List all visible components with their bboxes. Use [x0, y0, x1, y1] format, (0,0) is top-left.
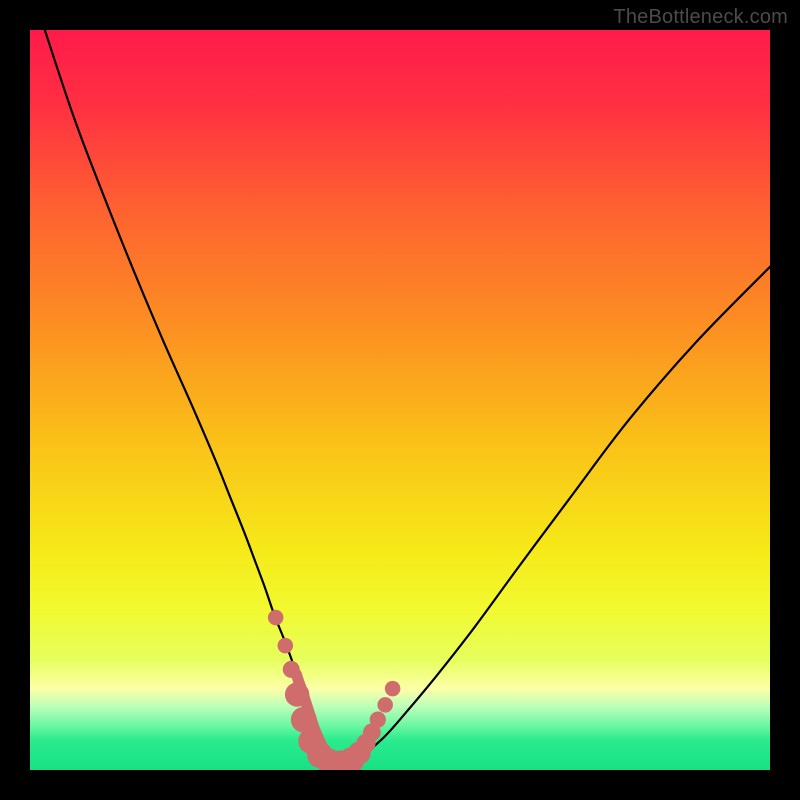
marker-dot [385, 681, 401, 697]
chart-overlay [30, 30, 770, 770]
marker-dot [268, 610, 284, 626]
marker-group [268, 610, 400, 770]
marker-dot [283, 661, 300, 678]
marker-dot [370, 712, 386, 728]
marker-dot [285, 682, 309, 706]
marker-dot [278, 638, 294, 654]
plot-area [30, 30, 770, 770]
marker-dot [377, 697, 393, 713]
watermark-text: TheBottleneck.com [613, 6, 788, 29]
bottleneck-curve [45, 30, 770, 763]
outer-frame: TheBottleneck.com [0, 0, 800, 800]
